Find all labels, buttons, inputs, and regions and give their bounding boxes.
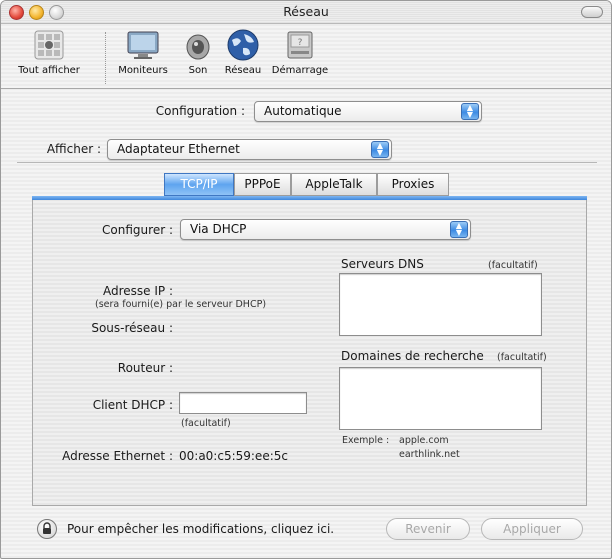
- divider: [17, 162, 597, 163]
- lock-button[interactable]: [37, 519, 57, 539]
- window-title: Réseau: [283, 4, 329, 19]
- adresse-ip-note: (sera fourni(e) par le serveur DHCP): [95, 299, 267, 310]
- title-bar[interactable]: Réseau: [1, 1, 611, 24]
- sous-reseau-label: Sous-réseau :: [91, 321, 173, 335]
- network-preferences-window: Réseau Tout afficher Moniteurs Son Résea…: [0, 0, 612, 559]
- adresse-ethernet-label: Adresse Ethernet :: [62, 449, 173, 463]
- configurer-popup[interactable]: Via DHCP ▲ ▼: [180, 219, 471, 240]
- lock-message: Pour empêcher les modifications, cliquez…: [67, 522, 335, 536]
- search-domains-field[interactable]: [339, 367, 542, 430]
- toolbar-startup[interactable]: ? Démarrage: [271, 28, 329, 76]
- toolbar-label: Son: [188, 65, 208, 76]
- configuration-value: Automatique: [264, 104, 342, 118]
- adresse-ethernet-value: 00:a0:c5:59:ee:5c: [179, 449, 288, 463]
- appliquer-button[interactable]: Appliquer: [481, 518, 583, 540]
- adresse-ip-label: Adresse IP :: [102, 284, 173, 298]
- popup-arrows-icon: ▲ ▼: [371, 141, 389, 158]
- routeur-label: Routeur :: [117, 361, 173, 375]
- toolbar-separator: [105, 32, 106, 84]
- toolbar-show-all[interactable]: Tout afficher: [3, 28, 95, 76]
- exemple-line2: earthlink.net: [399, 449, 460, 460]
- afficher-popup[interactable]: Adaptateur Ethernet ▲ ▼: [107, 139, 392, 160]
- svg-text:?: ?: [298, 38, 303, 48]
- toolbar-label: Démarrage: [271, 65, 329, 76]
- afficher-value: Adaptateur Ethernet: [117, 142, 240, 156]
- tab-pppoe[interactable]: PPPoE: [234, 173, 291, 196]
- toolbar-network[interactable]: Réseau: [221, 28, 265, 76]
- monitor-icon: [126, 28, 160, 62]
- disk-icon: ?: [283, 28, 317, 62]
- tab-proxies[interactable]: Proxies: [377, 173, 449, 196]
- afficher-label: Afficher :: [46, 142, 101, 156]
- toolbar-label: Moniteurs: [118, 65, 168, 76]
- popup-arrows-icon: ▲ ▼: [450, 221, 468, 238]
- tab-accent-bar: [32, 196, 587, 200]
- configurer-value: Via DHCP: [190, 222, 247, 236]
- revenir-button[interactable]: Revenir: [386, 518, 470, 540]
- domaines-optional: (facultatif): [497, 352, 547, 363]
- lock-icon: [43, 522, 51, 534]
- client-dhcp-field[interactable]: [179, 392, 307, 414]
- toolbar-label: Réseau: [224, 65, 262, 76]
- tab-appletalk[interactable]: AppleTalk: [291, 173, 377, 196]
- popup-arrows-icon: ▲ ▼: [461, 103, 479, 120]
- client-dhcp-optional: (facultatif): [181, 418, 231, 429]
- dns-servers-field[interactable]: [339, 273, 542, 336]
- dns-label: Serveurs DNS: [341, 257, 424, 271]
- toolbar-toggle-button[interactable]: [581, 6, 603, 18]
- apple-grid-icon: [32, 28, 66, 62]
- domaines-label: Domaines de recherche: [341, 349, 484, 363]
- client-dhcp-label: Client DHCP :: [92, 398, 173, 412]
- globe-icon: [226, 28, 260, 62]
- exemple-line1: apple.com: [399, 435, 449, 446]
- configurer-label: Configurer :: [102, 223, 173, 237]
- dns-optional: (facultatif): [488, 260, 538, 271]
- exemple-label: Exemple :: [342, 435, 390, 446]
- configuration-popup[interactable]: Automatique ▲ ▼: [254, 101, 482, 122]
- toolbar-monitors[interactable]: Moniteurs: [113, 28, 173, 76]
- toolbar: Tout afficher Moniteurs Son Réseau ? Dém…: [1, 24, 611, 89]
- toolbar-label: Tout afficher: [18, 65, 80, 76]
- configuration-label: Configuration :: [155, 104, 245, 118]
- toolbar-sound[interactable]: Son: [181, 28, 215, 76]
- tab-tcpip[interactable]: TCP/IP: [164, 173, 234, 196]
- speaker-icon: [181, 28, 215, 62]
